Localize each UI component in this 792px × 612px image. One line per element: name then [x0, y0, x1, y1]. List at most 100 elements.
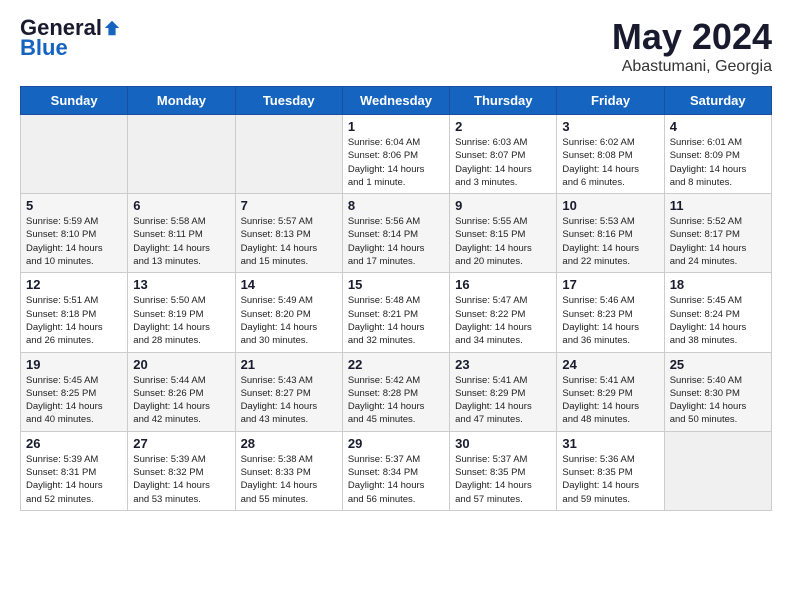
day-info: Sunrise: 5:40 AMSunset: 8:30 PMDaylight:… — [670, 374, 766, 427]
calendar-cell: 23Sunrise: 5:41 AMSunset: 8:29 PMDayligh… — [450, 352, 557, 431]
day-number: 25 — [670, 357, 766, 372]
calendar-week-row: 19 Sunrise: 5:45 AMSunset: 8:25 PMDayligh… — [21, 352, 772, 431]
calendar-cell: 7 Sunrise: 5:57 AMSunset: 8:13 PMDaylight… — [235, 194, 342, 273]
calendar-cell — [235, 115, 342, 194]
calendar-week-row: 1 Sunrise: 6:04 AMSunset: 8:06 PMDaylight… — [21, 115, 772, 194]
calendar-day-header: Monday — [128, 87, 235, 115]
day-info: Sunrise: 5:43 AMSunset: 8:27 PMDaylight:… — [241, 374, 337, 427]
title-block: May 2024 Abastumani, Georgia — [612, 16, 772, 76]
calendar-cell: 18 Sunrise: 5:45 AMSunset: 8:24 PMDayligh… — [664, 273, 771, 352]
day-info: Sunrise: 5:48 AMSunset: 8:21 PMDaylight:… — [348, 294, 444, 347]
day-number: 16 — [455, 277, 551, 292]
day-info: Sunrise: 6:02 AMSunset: 8:08 PMDaylight:… — [562, 136, 658, 189]
title-month: May 2024 — [612, 16, 772, 58]
day-number: 20 — [133, 357, 229, 372]
calendar-day-header: Friday — [557, 87, 664, 115]
calendar-cell: 25 Sunrise: 5:40 AMSunset: 8:30 PMDayligh… — [664, 352, 771, 431]
day-info: Sunrise: 5:55 AMSunset: 8:15 PMDaylight:… — [455, 215, 551, 268]
day-info: Sunrise: 6:03 AMSunset: 8:07 PMDaylight:… — [455, 136, 551, 189]
calendar-cell — [664, 431, 771, 510]
day-info: Sunrise: 5:44 AMSunset: 8:26 PMDaylight:… — [133, 374, 229, 427]
calendar-cell: 16 Sunrise: 5:47 AMSunset: 8:22 PMDayligh… — [450, 273, 557, 352]
day-number: 14 — [241, 277, 337, 292]
day-number: 5 — [26, 198, 122, 213]
day-info: Sunrise: 5:45 AMSunset: 8:24 PMDaylight:… — [670, 294, 766, 347]
calendar-cell: 3 Sunrise: 6:02 AMSunset: 8:08 PMDaylight… — [557, 115, 664, 194]
calendar-cell: 20 Sunrise: 5:44 AMSunset: 8:26 PMDayligh… — [128, 352, 235, 431]
day-number: 18 — [670, 277, 766, 292]
day-number: 31 — [562, 436, 658, 451]
calendar-day-header: Thursday — [450, 87, 557, 115]
calendar-cell: 6 Sunrise: 5:58 AMSunset: 8:11 PMDaylight… — [128, 194, 235, 273]
day-number: 30 — [455, 436, 551, 451]
day-number: 9 — [455, 198, 551, 213]
day-info: Sunrise: 5:36 AMSunset: 8:35 PMDaylight:… — [562, 453, 658, 506]
day-info: Sunrise: 5:47 AMSunset: 8:22 PMDaylight:… — [455, 294, 551, 347]
calendar-cell: 27 Sunrise: 5:39 AMSunset: 8:32 PMDayligh… — [128, 431, 235, 510]
day-info: Sunrise: 5:42 AMSunset: 8:28 PMDaylight:… — [348, 374, 444, 427]
calendar-cell: 14 Sunrise: 5:49 AMSunset: 8:20 PMDayligh… — [235, 273, 342, 352]
calendar-cell: 19 Sunrise: 5:45 AMSunset: 8:25 PMDayligh… — [21, 352, 128, 431]
day-number: 27 — [133, 436, 229, 451]
calendar-cell: 9 Sunrise: 5:55 AMSunset: 8:15 PMDaylight… — [450, 194, 557, 273]
calendar-cell: 5Sunrise: 5:59 AMSunset: 8:10 PMDaylight… — [21, 194, 128, 273]
day-number: 23 — [455, 357, 551, 372]
calendar-cell: 30 Sunrise: 5:37 AMSunset: 8:35 PMDayligh… — [450, 431, 557, 510]
day-number: 12 — [26, 277, 122, 292]
day-info: Sunrise: 5:39 AMSunset: 8:32 PMDaylight:… — [133, 453, 229, 506]
calendar-cell — [21, 115, 128, 194]
calendar-week-row: 12Sunrise: 5:51 AMSunset: 8:18 PMDayligh… — [21, 273, 772, 352]
day-info: Sunrise: 5:41 AMSunset: 8:29 PMDaylight:… — [562, 374, 658, 427]
logo: General Blue — [20, 16, 121, 60]
day-number: 7 — [241, 198, 337, 213]
day-info: Sunrise: 5:37 AMSunset: 8:35 PMDaylight:… — [455, 453, 551, 506]
day-number: 15 — [348, 277, 444, 292]
calendar-cell: 11Sunrise: 5:52 AMSunset: 8:17 PMDayligh… — [664, 194, 771, 273]
day-number: 13 — [133, 277, 229, 292]
logo-icon — [103, 19, 121, 37]
day-info: Sunrise: 5:45 AMSunset: 8:25 PMDaylight:… — [26, 374, 122, 427]
calendar-cell: 29 Sunrise: 5:37 AMSunset: 8:34 PMDayligh… — [342, 431, 449, 510]
day-info: Sunrise: 5:39 AMSunset: 8:31 PMDaylight:… — [26, 453, 122, 506]
calendar-cell: 12Sunrise: 5:51 AMSunset: 8:18 PMDayligh… — [21, 273, 128, 352]
day-number: 24 — [562, 357, 658, 372]
calendar-cell: 26 Sunrise: 5:39 AMSunset: 8:31 PMDayligh… — [21, 431, 128, 510]
day-number: 1 — [348, 119, 444, 134]
day-info: Sunrise: 5:58 AMSunset: 8:11 PMDaylight:… — [133, 215, 229, 268]
day-info: Sunrise: 5:50 AMSunset: 8:19 PMDaylight:… — [133, 294, 229, 347]
calendar-cell: 17Sunrise: 5:46 AMSunset: 8:23 PMDayligh… — [557, 273, 664, 352]
day-number: 4 — [670, 119, 766, 134]
page: General Blue May 2024 Abastumani, Georgi… — [0, 0, 792, 527]
day-info: Sunrise: 5:57 AMSunset: 8:13 PMDaylight:… — [241, 215, 337, 268]
title-location: Abastumani, Georgia — [612, 58, 772, 76]
day-info: Sunrise: 5:37 AMSunset: 8:34 PMDaylight:… — [348, 453, 444, 506]
calendar-day-header: Sunday — [21, 87, 128, 115]
day-info: Sunrise: 5:53 AMSunset: 8:16 PMDaylight:… — [562, 215, 658, 268]
day-number: 3 — [562, 119, 658, 134]
day-info: Sunrise: 5:52 AMSunset: 8:17 PMDaylight:… — [670, 215, 766, 268]
day-number: 29 — [348, 436, 444, 451]
calendar-cell: 21 Sunrise: 5:43 AMSunset: 8:27 PMDayligh… — [235, 352, 342, 431]
day-number: 8 — [348, 198, 444, 213]
day-number: 10 — [562, 198, 658, 213]
calendar: SundayMondayTuesdayWednesdayThursdayFrid… — [20, 86, 772, 511]
calendar-cell: 31 Sunrise: 5:36 AMSunset: 8:35 PMDayligh… — [557, 431, 664, 510]
calendar-week-row: 26 Sunrise: 5:39 AMSunset: 8:31 PMDayligh… — [21, 431, 772, 510]
day-number: 22 — [348, 357, 444, 372]
day-info: Sunrise: 6:04 AMSunset: 8:06 PMDaylight:… — [348, 136, 444, 189]
day-info: Sunrise: 5:49 AMSunset: 8:20 PMDaylight:… — [241, 294, 337, 347]
calendar-cell: 8 Sunrise: 5:56 AMSunset: 8:14 PMDaylight… — [342, 194, 449, 273]
calendar-cell: 2 Sunrise: 6:03 AMSunset: 8:07 PMDaylight… — [450, 115, 557, 194]
day-number: 19 — [26, 357, 122, 372]
day-number: 2 — [455, 119, 551, 134]
day-number: 28 — [241, 436, 337, 451]
calendar-cell: 10 Sunrise: 5:53 AMSunset: 8:16 PMDayligh… — [557, 194, 664, 273]
calendar-cell: 24 Sunrise: 5:41 AMSunset: 8:29 PMDayligh… — [557, 352, 664, 431]
day-info: Sunrise: 6:01 AMSunset: 8:09 PMDaylight:… — [670, 136, 766, 189]
day-number: 26 — [26, 436, 122, 451]
calendar-cell: 1 Sunrise: 6:04 AMSunset: 8:06 PMDaylight… — [342, 115, 449, 194]
day-number: 21 — [241, 357, 337, 372]
day-number: 6 — [133, 198, 229, 213]
calendar-week-row: 5Sunrise: 5:59 AMSunset: 8:10 PMDaylight… — [21, 194, 772, 273]
day-info: Sunrise: 5:56 AMSunset: 8:14 PMDaylight:… — [348, 215, 444, 268]
